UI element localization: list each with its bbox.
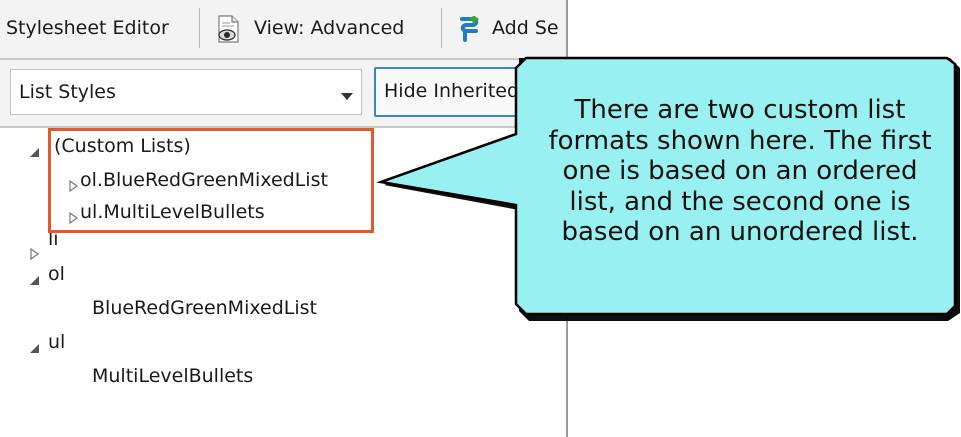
- callout-line: There are two custom list: [574, 95, 906, 125]
- callout-line: list, and the second one is: [569, 186, 911, 217]
- callout-line: one is based on an ordered: [562, 156, 918, 186]
- callout-line: formats shown here. The first: [548, 125, 932, 156]
- callout-line: based on an unordered list.: [561, 217, 919, 247]
- callout-text: There are two custom list formats shown …: [524, 95, 956, 248]
